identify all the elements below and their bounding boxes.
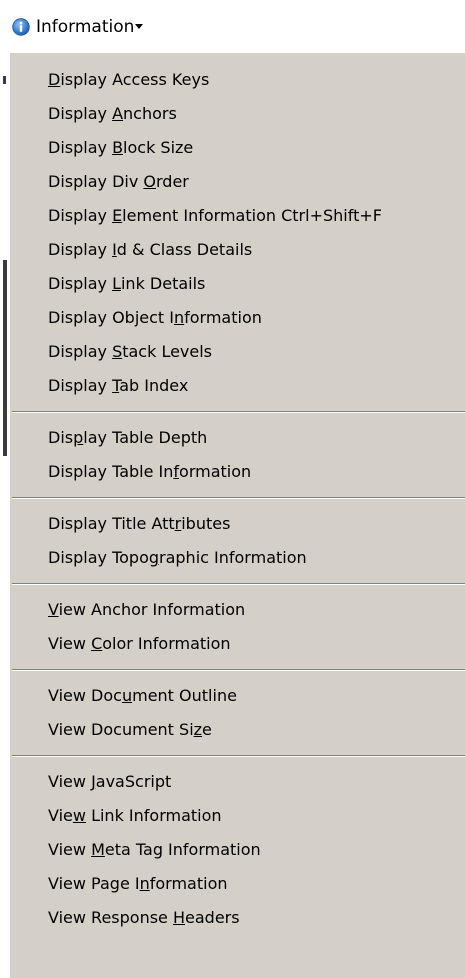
menu-item-access-key: n (139, 874, 150, 893)
menu-item-text: Dis (48, 428, 74, 447)
info-icon (12, 18, 30, 36)
menu-item-text: View (48, 840, 92, 859)
menu-item-access-key: L (112, 274, 121, 293)
edge-tick (3, 76, 6, 84)
menu-item-text: tack Levels (122, 342, 213, 361)
menu-item-text: lay Table Depth (83, 428, 208, 447)
menu-separator (12, 755, 465, 757)
menu-item-text: Display (48, 240, 113, 259)
menu-item[interactable]: View Meta Tag Information (10, 833, 465, 867)
menu-item-text: View (48, 634, 92, 653)
menu-item-access-key: E (112, 206, 123, 225)
menu-item[interactable]: Display Access Keys (10, 63, 465, 97)
menu-item-text: View Page I (48, 874, 140, 893)
menu-item-text: Display (48, 376, 113, 395)
information-menu-label: Information (36, 17, 135, 37)
menu-item-text: Display Table In (48, 462, 174, 481)
menu-item[interactable]: View Document Size (10, 713, 465, 747)
menu-item-text: nchors (123, 104, 177, 123)
menu-item-text: View Response (48, 908, 173, 927)
information-menu-button[interactable]: Information (12, 16, 144, 38)
scroll-marker (3, 260, 7, 456)
menu-item-text: rder (155, 172, 189, 191)
menu-item-text: Vie (48, 806, 73, 825)
menu-item-text: Display (48, 138, 113, 157)
menu-item[interactable]: View Page Information (10, 867, 465, 901)
menu-item-text: Display (48, 274, 113, 293)
menu-item[interactable]: Display Object Information (10, 301, 465, 335)
menu-item[interactable]: View Document Outline (10, 679, 465, 713)
menu-item-access-key: S (112, 342, 123, 361)
menu-item-text: Display (48, 206, 113, 225)
menu-item[interactable]: Display Topographic Information (10, 541, 465, 575)
menu-item-text: formation (184, 308, 262, 327)
menu-item-text: View (48, 772, 92, 791)
menu-separator (12, 669, 465, 671)
menu-item-text: d & Class Details (116, 240, 253, 259)
menu-item-access-key: u (121, 686, 133, 705)
menu-item-access-key: H (172, 908, 186, 927)
menu-item-access-key: z (193, 720, 203, 739)
menu-item[interactable]: Display Link Details (10, 267, 465, 301)
menu-item-access-key: C (91, 634, 103, 653)
menu-item-access-key: M (91, 840, 105, 859)
menu-item-text: Display Object I (48, 308, 174, 327)
menu-item-text: ab Index (119, 376, 189, 395)
menu-item[interactable]: Display Block Size (10, 131, 465, 165)
menu-item[interactable]: Display Anchors (10, 97, 465, 131)
menu-item-text: Display (48, 104, 113, 123)
menu-item[interactable]: Display Element Information Ctrl+Shift+F (10, 199, 465, 233)
menu-item[interactable]: Display Tab Index (10, 369, 465, 403)
menu-item-text: lock Size (123, 138, 194, 157)
menu-item-text: raphic Information (159, 548, 307, 567)
menu-item[interactable]: Display Title Attributes (10, 507, 465, 541)
menu-item-access-key: n (173, 308, 185, 327)
page-left-edge (0, 38, 9, 978)
menu-item-text: ormation (179, 462, 252, 481)
menu-item-text: olor Information (102, 634, 231, 653)
menu-item[interactable]: Display Stack Levels (10, 335, 465, 369)
menu-item-access-key: w (72, 806, 86, 825)
menu-item[interactable]: View Response Headers (10, 901, 465, 935)
menu-item-text: View Document Si (48, 720, 194, 739)
menu-item-access-key: D (48, 70, 61, 89)
menu-item-access-key: A (112, 104, 124, 123)
menu-item[interactable]: View Color Information (10, 627, 465, 661)
menu-item-access-key: p (73, 428, 84, 447)
menu-item-text: lement Information Ctrl+Shift+F (122, 206, 382, 225)
menu-item[interactable]: Display Id & Class Details (10, 233, 465, 267)
dropdown-arrow-icon (135, 23, 144, 29)
menu-item-access-key: B (112, 138, 124, 157)
menu-item-access-key: O (143, 172, 156, 191)
toolbar: Information (0, 0, 465, 38)
menu-item-text: avaScript (95, 772, 172, 791)
menu-item-text: iew Anchor Information (58, 600, 246, 619)
menu-item-text: Display Div (48, 172, 144, 191)
menu-item-text: eaders (185, 908, 240, 927)
menu-item-text: Display (48, 342, 113, 361)
menu-item-text: Display Topo (48, 548, 149, 567)
menu-item-text: View Doc (48, 686, 122, 705)
menu-item-text: e (202, 720, 212, 739)
menu-item-text: isplay Access Keys (60, 70, 210, 89)
menu-item-text: Link Information (85, 806, 222, 825)
menu-separator (12, 497, 465, 499)
menu-item-text: formation (149, 874, 228, 893)
menu-item-access-key: g (148, 548, 160, 567)
menu-item-text: ink Details (120, 274, 206, 293)
information-dropdown-menu: Display Access Keys Display Anchors Displa… (9, 53, 465, 978)
menu-item[interactable]: View Link Information (10, 799, 465, 833)
menu-item[interactable]: View JavaScript (10, 765, 465, 799)
menu-item-access-key: V (48, 600, 59, 619)
menu-item-text: eta Tag Information (104, 840, 261, 859)
menu-item[interactable]: Display Div Order (10, 165, 465, 199)
menu-item[interactable]: Display Table Depth (10, 421, 465, 455)
menu-item[interactable]: Display Table Information (10, 455, 465, 489)
menu-item-text: ment Outline (132, 686, 237, 705)
menu-separator (12, 583, 465, 585)
menu-item-text: Display Title Att (48, 514, 175, 533)
menu-item[interactable]: View Anchor Information (10, 593, 465, 627)
menu-item-text: ibutes (181, 514, 231, 533)
menu-separator (12, 411, 465, 413)
